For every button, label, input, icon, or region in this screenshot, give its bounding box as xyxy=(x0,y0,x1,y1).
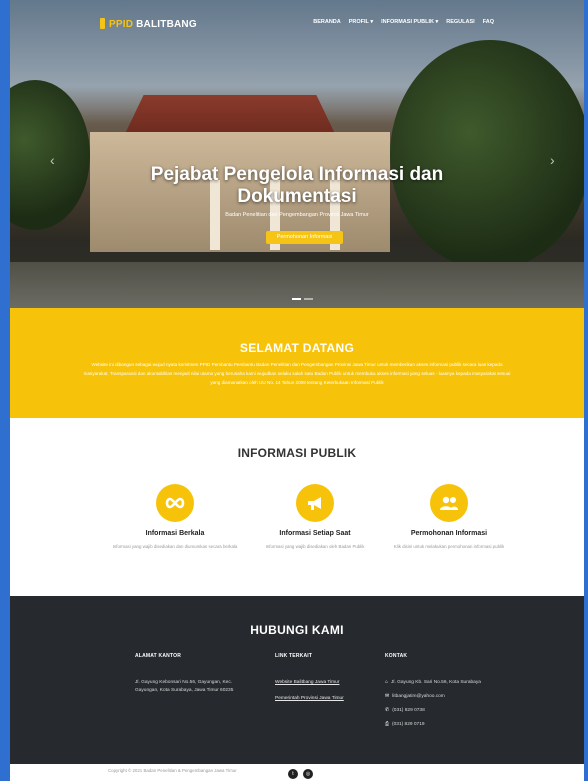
fax-icon: ⎙ xyxy=(385,721,390,727)
logo-icon xyxy=(100,18,105,29)
hero-title-line1: Pejabat Pengelola Informasi dan xyxy=(150,164,444,185)
hero-title-line2: Dokumentasi xyxy=(237,186,357,207)
info-circle xyxy=(296,484,334,522)
info-circle xyxy=(430,484,468,522)
kontak-email-row: ✉ litbangjatim@yahoo.com xyxy=(385,693,485,701)
link-balitbang[interactable]: Website Balitbang Jawa Timur xyxy=(275,679,355,687)
building-roof xyxy=(124,95,336,135)
welcome-section: SELAMAT DATANG Website ini dibangun seba… xyxy=(10,308,584,418)
info-card-setiap-saat[interactable]: Informasi Setiap Saat Informasi yang waj… xyxy=(240,484,390,551)
ground xyxy=(10,262,584,308)
instagram-icon[interactable]: ◎ xyxy=(303,769,313,779)
kontak-fax-row: ⎙ (031) 829 0719 xyxy=(385,721,485,729)
envelope-icon: ✉ xyxy=(385,693,390,699)
nav-item-beranda[interactable]: BERANDA xyxy=(313,19,341,25)
kontak-address: Jl. Gayung Kb. Sari No.56, Kota Surabaya xyxy=(391,680,481,685)
brand-logo[interactable]: PPID BALITBANG xyxy=(100,18,197,30)
office-heading: ALAMAT KANTOR xyxy=(135,653,182,659)
links-column: LINK TERKAIT Website Balitbang Jawa Timu… xyxy=(275,653,355,711)
infinity-icon xyxy=(165,497,185,509)
kontak-email[interactable]: litbangjatim@yahoo.com xyxy=(392,693,445,701)
request-info-button[interactable]: Permohonan Informasi xyxy=(266,231,343,244)
navbar: PPID BALITBANG BERANDA PROFIL ▾ INFORMAS… xyxy=(10,14,584,34)
nav-menu: BERANDA PROFIL ▾ INFORMASI PUBLIK ▾ REGU… xyxy=(313,19,494,25)
info-card-title: Permohonan Informasi xyxy=(410,530,488,537)
info-card-desc: Informasi yang wajib disediakan oleh Bad… xyxy=(265,544,365,549)
kontak-address-row: ⌂ Jl. Gayung Kb. Sari No.56, Kota Suraba… xyxy=(385,679,485,687)
info-card-desc: Informasi yang wajib disediakan dan dium… xyxy=(112,544,238,549)
brand-name: BALITBANG xyxy=(136,19,197,30)
kontak-heading: KONTAK xyxy=(385,653,408,659)
info-card-desc: Klik disini untuk melakukan permohonan i… xyxy=(393,544,505,549)
twitter-icon[interactable]: t xyxy=(288,769,298,779)
kontak-phone-row: ✆ (031) 829 0738 xyxy=(385,707,485,715)
nav-item-regulasi[interactable]: REGULASI xyxy=(446,19,474,25)
footer: Copyright © 2021 Badan Penelitian & Peng… xyxy=(10,764,584,781)
kontak-column: KONTAK ⌂ Jl. Gayung Kb. Sari No.56, Kota… xyxy=(385,653,485,735)
info-card-berkala[interactable]: Informasi Berkala Informasi yang wajib d… xyxy=(100,484,250,551)
info-card-permohonan[interactable]: Permohonan Informasi Klik disini untuk m… xyxy=(374,484,524,551)
nav-item-informasi-publik[interactable]: INFORMASI PUBLIK ▾ xyxy=(381,19,438,25)
hero-banner: PPID BALITBANG BERANDA PROFIL ▾ INFORMAS… xyxy=(10,0,584,308)
kontak-fax: (031) 829 0719 xyxy=(392,722,425,727)
office-column: ALAMAT KANTOR Jl. Gayung Kebonsari No.56… xyxy=(135,653,250,695)
info-section-title: INFORMASI PUBLIK xyxy=(237,446,357,460)
page: PPID BALITBANG BERANDA PROFIL ▾ INFORMAS… xyxy=(10,0,584,781)
carousel-indicators xyxy=(292,298,313,300)
megaphone-icon xyxy=(308,497,321,510)
info-card-title: Informasi Setiap Saat xyxy=(279,530,351,537)
office-address: Jl. Gayung Kebonsari No.56, Gayungan, Ke… xyxy=(135,680,234,693)
home-icon: ⌂ xyxy=(385,679,389,685)
links-heading: LINK TERKAIT xyxy=(275,653,313,659)
carousel-dot[interactable] xyxy=(304,298,313,300)
kontak-phone: (031) 829 0738 xyxy=(392,708,425,713)
info-card-title: Informasi Berkala xyxy=(145,530,205,537)
nav-item-faq[interactable]: FAQ xyxy=(483,19,494,25)
welcome-title: SELAMAT DATANG xyxy=(239,341,355,355)
welcome-text: Website ini dibangun sebagai wujud nyata… xyxy=(83,362,511,385)
link-pemprov[interactable]: Pemerintah Provinsi Jawa Timur xyxy=(275,695,355,703)
copyright-text: Copyright © 2021 Badan Penelitian & Peng… xyxy=(108,768,237,773)
contact-section: HUBUNGI KAMI ALAMAT KANTOR Jl. Gayung Ke… xyxy=(10,596,584,764)
hero-subtitle: Badan Penelitian dan Pengembangan Provin… xyxy=(225,212,369,218)
brand-prefix: PPID xyxy=(109,19,134,30)
nav-item-profil[interactable]: PROFIL ▾ xyxy=(349,19,373,25)
contact-title: HUBUNGI KAMI xyxy=(250,623,344,637)
phone-icon: ✆ xyxy=(385,707,390,713)
carousel-dot[interactable] xyxy=(292,298,301,300)
info-circle xyxy=(156,484,194,522)
users-icon xyxy=(440,496,458,510)
